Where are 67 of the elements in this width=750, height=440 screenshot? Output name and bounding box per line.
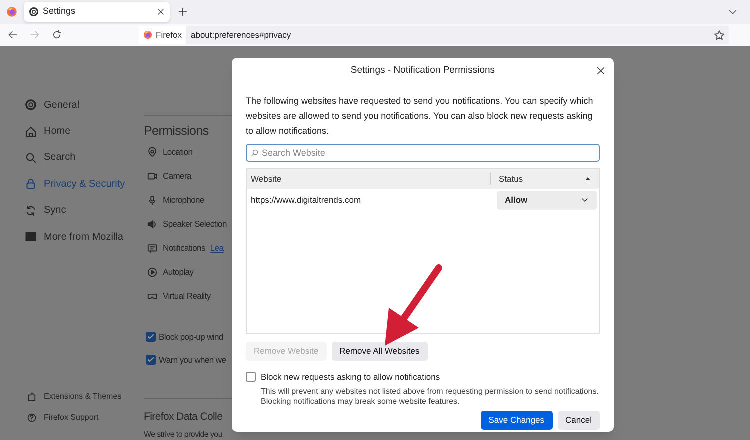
- address-bar[interactable]: Firefox about:preferences#privacy: [139, 26, 729, 44]
- square-logo-icon: [25, 231, 37, 244]
- help-icon: [27, 412, 37, 422]
- play-icon: [147, 266, 158, 278]
- remove-button[interactable]: Remove All Websites: [332, 342, 428, 361]
- checkbox-label: Block pop-up wind: [159, 331, 224, 344]
- sidebar-item[interactable]: Home: [25, 118, 144, 145]
- camera-icon: [147, 170, 158, 182]
- status-dropdown[interactable]: Allow: [497, 190, 597, 210]
- sidebar-item[interactable]: Privacy & Security: [25, 171, 144, 198]
- message-icon: [147, 242, 158, 254]
- identity-box[interactable]: Firefox: [139, 26, 186, 44]
- cancel-button[interactable]: Cancel: [558, 410, 600, 430]
- identity-label: Firefox: [156, 28, 182, 42]
- checkmark-icon: [147, 356, 155, 364]
- permission-label: Camera: [163, 170, 192, 183]
- browser-tab[interactable]: Settings: [24, 2, 170, 22]
- checkbox-label: Warn you when we: [159, 354, 226, 367]
- house-icon: [25, 126, 37, 138]
- url-text: about:preferences#privacy: [190, 28, 292, 42]
- location-pin-icon: [147, 146, 158, 158]
- permission-label: Virtual Reality: [163, 290, 211, 303]
- dialog-title: Settings - Notification Permissions: [350, 64, 496, 78]
- section-heading: Firefox Data Colle: [144, 410, 223, 425]
- close-icon[interactable]: [596, 66, 606, 76]
- microphone-icon: [147, 194, 158, 206]
- save-button[interactable]: Save Changes: [480, 410, 553, 430]
- permission-label: Location: [163, 146, 193, 159]
- search-icon: [251, 149, 259, 157]
- back-icon[interactable]: [8, 30, 18, 40]
- chevron-down-icon: [581, 196, 589, 204]
- sidebar-item[interactable]: General: [25, 92, 144, 118]
- checkbox-label: Block new requests asking to allow notifications: [261, 371, 440, 384]
- checkbox[interactable]: [246, 372, 256, 382]
- footer-link[interactable]: Firefox Support: [27, 412, 122, 423]
- checkbox[interactable]: [146, 355, 156, 366]
- website-cell-text: https://www.digitaltrends.com: [250, 194, 362, 206]
- sidebar-item[interactable]: More from Mozilla: [25, 224, 144, 250]
- column-header[interactable]: Website: [247, 172, 491, 186]
- permission-label: Microphone: [163, 194, 204, 207]
- sort-arrow-icon: [585, 176, 591, 182]
- search-field[interactable]: Search Website: [246, 144, 600, 162]
- sidebar-item[interactable]: Search: [25, 144, 144, 172]
- permission-label: Speaker Selection: [163, 218, 227, 231]
- search-icon: [25, 152, 37, 164]
- permission-label: Autoplay: [163, 266, 194, 279]
- permission-label: Notifications: [163, 242, 206, 255]
- section-text: We strive to provide you: [144, 429, 222, 440]
- new-tab-icon[interactable]: [178, 7, 188, 17]
- firefox-logo-icon[interactable]: [6, 6, 18, 18]
- checkmark-icon: [147, 333, 155, 342]
- sync-icon: [25, 204, 37, 217]
- speaker-icon: [147, 218, 158, 230]
- note-text: This will prevent any websites not listed above from requesting permission to send notifications. Blocking notifications may break some website features.: [261, 386, 600, 407]
- learn-more-link[interactable]: Lea: [210, 242, 224, 255]
- checkbox[interactable]: [146, 332, 156, 342]
- column-header[interactable]: Status: [491, 172, 599, 186]
- tab-title: Settings: [43, 5, 77, 18]
- sidebar-item[interactable]: Sync: [25, 198, 144, 224]
- star-icon[interactable]: [714, 30, 725, 40]
- firefox-logo-icon: [143, 30, 153, 40]
- padlock-icon: [25, 178, 37, 190]
- close-icon[interactable]: [157, 8, 165, 16]
- section-heading: Permissions: [144, 123, 209, 140]
- reload-icon[interactable]: [52, 30, 62, 40]
- dialog-description: The following websites have requested to send you notifications. You can specify which websites are allowed to send you notifications. You can also block new requests asking to allow notifications.: [246, 95, 594, 138]
- footer-link[interactable]: Extensions & Themes: [27, 391, 122, 402]
